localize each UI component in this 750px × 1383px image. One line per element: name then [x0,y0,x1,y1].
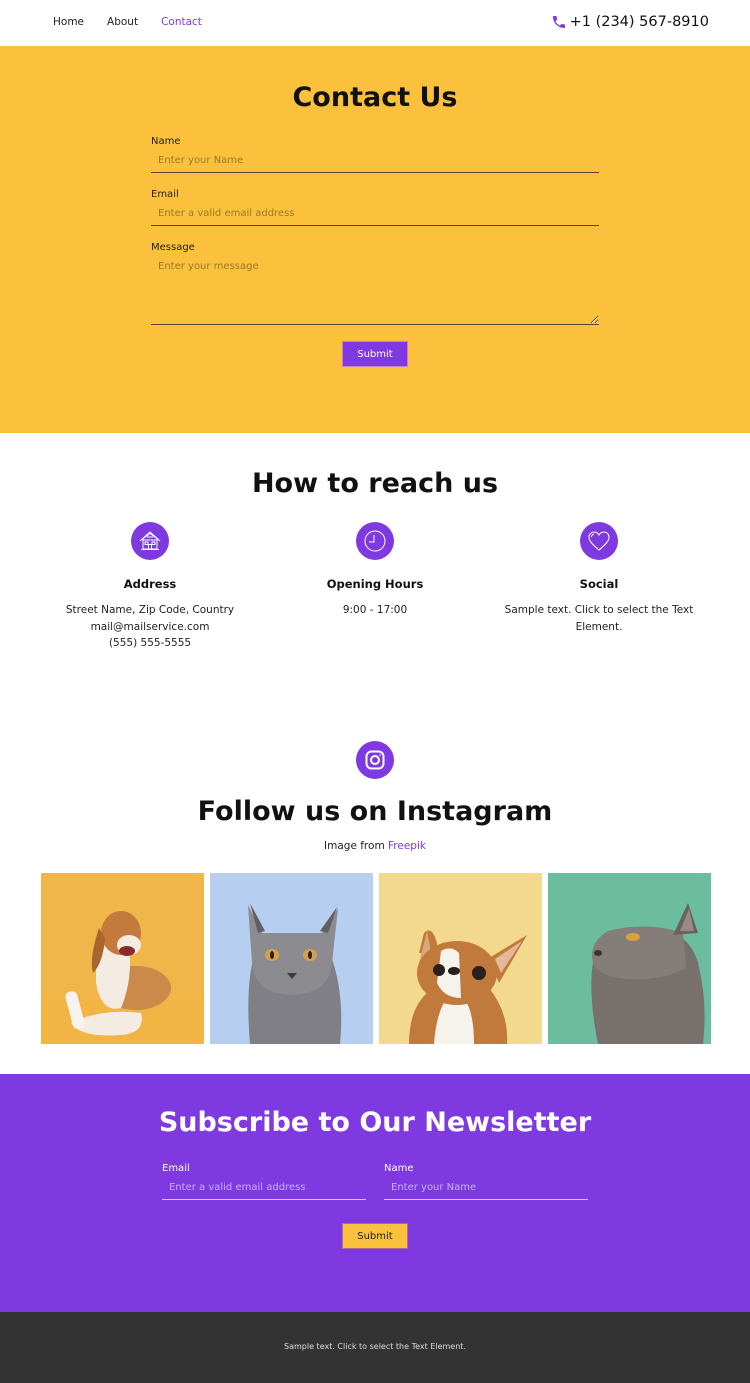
instagram-icon[interactable] [356,741,394,779]
contact-title: Contact Us [292,82,458,113]
footer-text: Sample text. Click to select the Text El… [284,1342,466,1351]
instagram-title: Follow us on Instagram [197,796,553,827]
contact-section: Contact Us Name Email Message Submit [0,46,750,433]
image-credit: Image from Freepik [0,840,750,852]
nav-link-contact[interactable]: Contact [161,16,202,28]
heart-icon [580,522,618,560]
nav-link-about[interactable]: About [107,16,138,28]
email-input[interactable] [151,200,599,226]
gallery-photo-cat-looking-up[interactable] [548,873,711,1044]
address-heading: Address [123,577,177,591]
newsletter-email-label: Email [162,1163,190,1174]
address-text: Street Name, Zip Code, Country mail@mail… [40,602,260,652]
social-heading: Social [579,577,619,591]
newsletter-name-group: Name [384,1163,588,1200]
hours-text: 9:00 - 17:00 [342,604,408,616]
gallery-photo-chihuahua[interactable] [379,873,542,1044]
address-phone: (555) 555-5555 [108,637,192,649]
message-label: Message [151,242,195,253]
newsletter-title: Subscribe to Our Newsletter [158,1107,592,1138]
email-field-group: Email [151,189,599,226]
phone-icon [552,16,565,28]
house-icon [131,522,169,560]
clock-icon [356,522,394,560]
address-column: Address Street Name, Zip Code, Country m… [40,522,260,652]
newsletter-email-input[interactable] [162,1174,366,1200]
phone-contact[interactable]: +1 (234) 567-8910 [551,14,709,30]
newsletter-submit-button[interactable]: Submit [342,1223,408,1249]
message-field-group: Message [151,242,599,325]
newsletter-name-input[interactable] [384,1174,588,1200]
gallery-photo-beagle[interactable] [41,873,204,1044]
address-line: Street Name, Zip Code, Country [65,604,235,616]
social-column: Social Sample text. Click to select the … [489,522,709,635]
gallery-photo-grey-cat[interactable] [210,873,373,1044]
address-email: mail@mailservice.com [90,620,210,633]
site-header: Home About Contact +1 (234) 567-8910 [0,0,750,46]
phone-number: +1 (234) 567-8910 [569,14,709,30]
name-label: Name [151,136,181,147]
hours-heading: Opening Hours [326,577,424,591]
hours-column: Opening Hours 9:00 - 17:00 [265,522,485,619]
social-text: Sample text. Click to select the Text El… [504,604,694,633]
newsletter-name-label: Name [384,1163,414,1174]
newsletter-section: Subscribe to Our Newsletter Email Name S… [0,1074,750,1312]
nav-link-home[interactable]: Home [53,16,84,28]
reach-title: How to reach us [251,468,499,499]
instagram-gallery [41,873,711,1044]
credit-prefix: Image from [324,840,389,852]
newsletter-email-group: Email [162,1163,366,1200]
site-footer: Sample text. Click to select the Text El… [0,1312,750,1383]
email-label: Email [151,189,179,200]
name-field-group: Name [151,136,599,173]
name-input[interactable] [151,147,599,173]
contact-submit-button[interactable]: Submit [342,341,408,367]
message-input[interactable] [151,253,599,325]
main-nav: Home About Contact [53,16,225,28]
freepik-link[interactable]: Freepik [388,840,426,852]
